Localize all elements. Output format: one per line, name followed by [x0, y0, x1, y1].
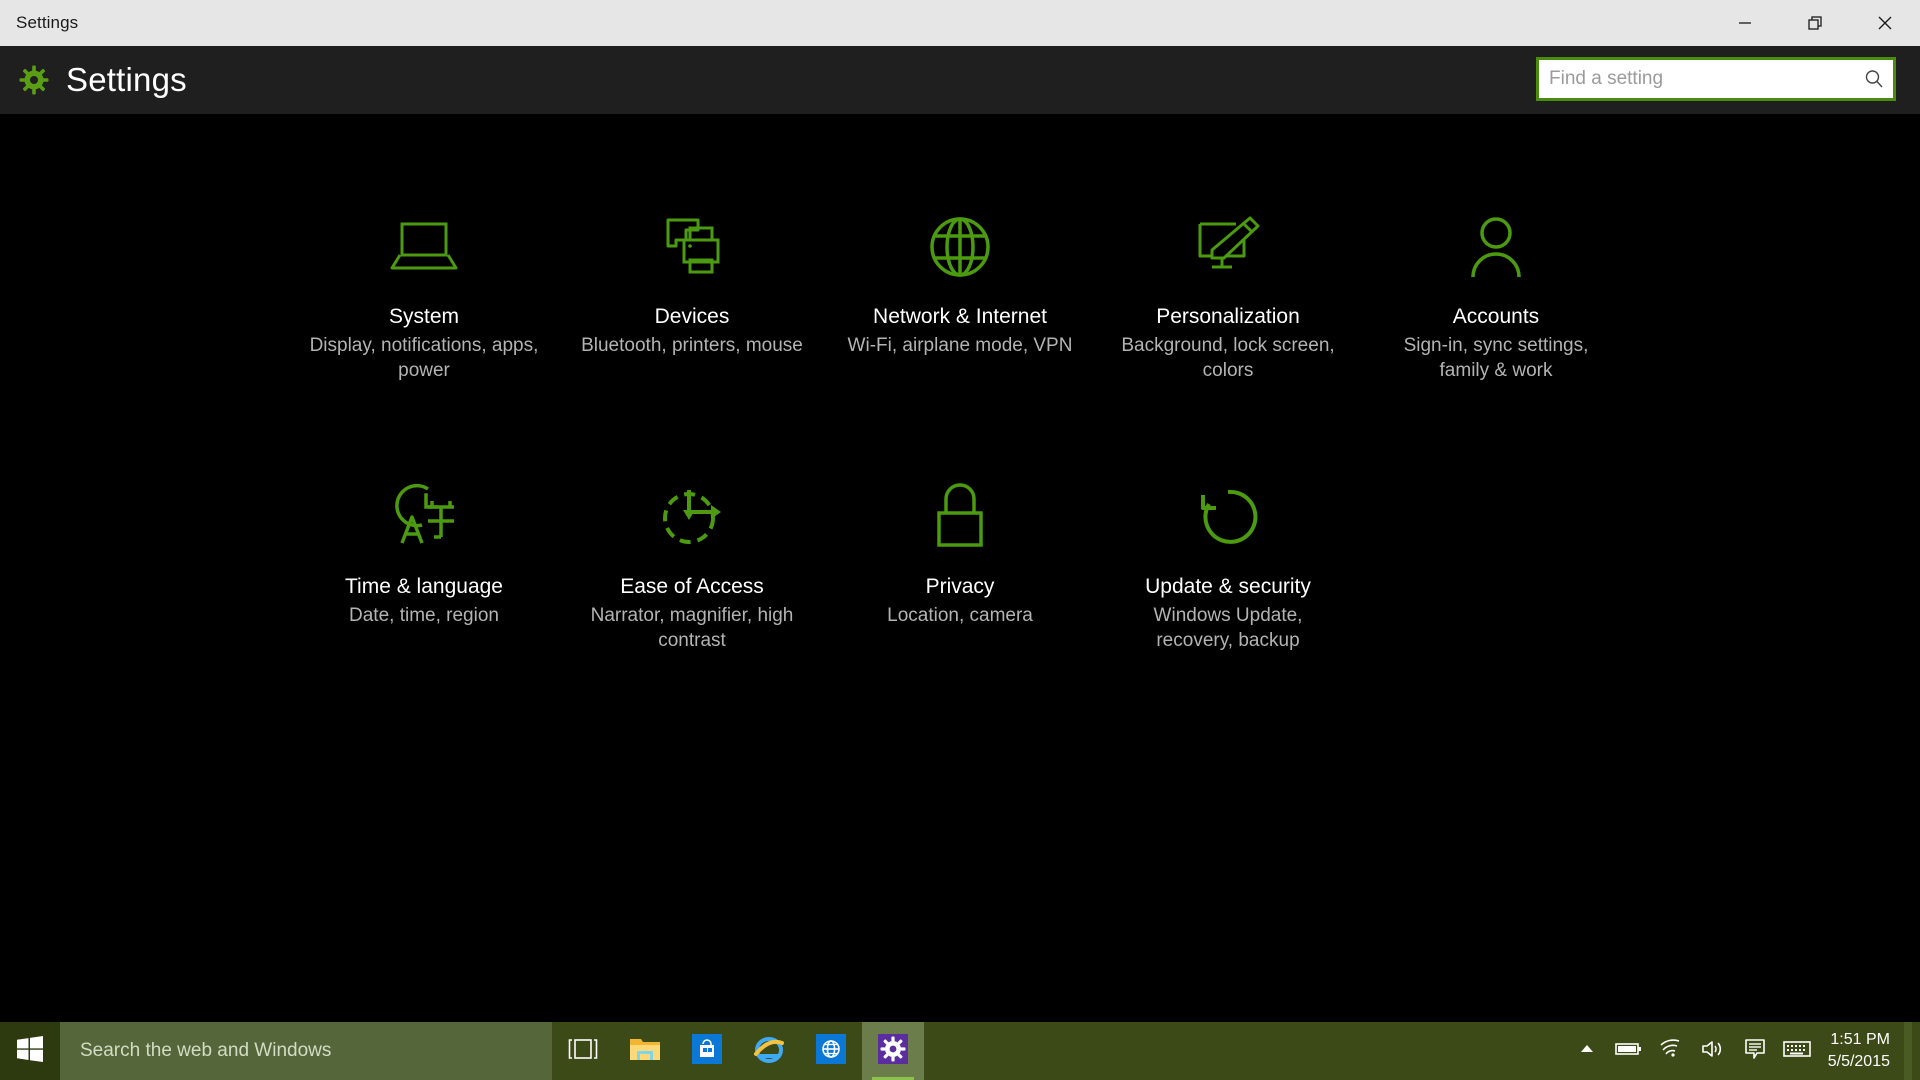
store-button[interactable] [676, 1022, 738, 1080]
action-center-button[interactable] [1734, 1022, 1776, 1080]
start-button[interactable] [0, 1022, 60, 1080]
search-icon[interactable] [1863, 68, 1885, 90]
monitor-brush-icon [1189, 208, 1267, 286]
keyboard-icon [1782, 1040, 1811, 1063]
battery-icon [1614, 1041, 1643, 1062]
page-title: Settings [66, 61, 187, 98]
tile-title: Devices [654, 305, 730, 328]
tile-description: Sign-in, sync settings, family & work [1403, 335, 1589, 381]
tile-title: Time & language [345, 574, 503, 598]
tile-title: Personalization [1156, 305, 1300, 328]
taskbar: Search the web and Windows 1:51 PM 5/5/2… [0, 1022, 1920, 1080]
clock-date: 5/5/2015 [1827, 1053, 1890, 1070]
windows-logo-icon [17, 1035, 43, 1067]
show-hidden-icons-icon [1579, 1042, 1595, 1060]
window-controls [1710, 0, 1920, 46]
volume-icon [1701, 1039, 1725, 1064]
accessibility-clock-icon [653, 478, 731, 556]
lock-icon [921, 478, 999, 556]
store-icon [692, 1033, 722, 1069]
edge-globe-icon [816, 1033, 846, 1069]
file-explorer-icon [629, 1035, 661, 1068]
settings-taskbar-button[interactable] [862, 1022, 924, 1080]
printer-icon [653, 208, 731, 286]
app-header: Settings [0, 46, 1920, 114]
gear-icon [18, 64, 50, 96]
tile-accounts[interactable]: Accounts Sign-in, sync settings, family … [1362, 184, 1630, 404]
action-center-icon [1744, 1038, 1766, 1065]
taskbar-search-placeholder: Search the web and Windows [80, 1040, 332, 1061]
touch-keyboard-button[interactable] [1776, 1022, 1818, 1080]
tile-title: Update & security [1145, 574, 1311, 598]
globe-icon [921, 208, 999, 286]
tile-personalization[interactable]: Personalization Background, lock screen,… [1094, 184, 1362, 404]
search-box[interactable] [1536, 57, 1896, 101]
internet-explorer-icon [753, 1034, 785, 1069]
volume-button[interactable] [1692, 1022, 1734, 1080]
system-tray: 1:51 PM 5/5/2015 [1566, 1022, 1920, 1080]
task-view-icon [568, 1037, 598, 1066]
tile-description: Wi-Fi, airplane mode, VPN [847, 335, 1073, 357]
tile-update-security[interactable]: Update & security Windows Update, recove… [1094, 454, 1362, 674]
tile-network-internet[interactable]: Network & Internet Wi-Fi, airplane mode,… [826, 184, 1094, 404]
tile-title: Ease of Access [620, 574, 764, 598]
tile-description: Narrator, magnifier, high contrast [590, 604, 794, 651]
restore-button[interactable] [1780, 0, 1850, 46]
tile-title: Network & Internet [873, 305, 1047, 328]
taskbar-search-box[interactable]: Search the web and Windows [60, 1022, 552, 1080]
window-title-bar: Settings [0, 0, 1920, 46]
tile-description: Background, lock screen, colors [1121, 335, 1335, 381]
tile-title: System [388, 305, 459, 328]
window-title: Settings [16, 13, 79, 32]
settings-gear-icon [878, 1033, 908, 1069]
tile-privacy[interactable]: Privacy Location, camera [826, 454, 1094, 674]
settings-grid: System Display, notifications, apps, pow… [290, 184, 1630, 673]
tile-system[interactable]: System Display, notifications, apps, pow… [290, 184, 558, 404]
internet-explorer-button[interactable] [738, 1022, 800, 1080]
tile-devices[interactable]: Devices Bluetooth, printers, mouse [558, 184, 826, 404]
close-button[interactable] [1850, 0, 1920, 46]
clock-language-icon [385, 478, 463, 556]
taskbar-items [552, 1022, 924, 1080]
show-hidden-icons-button[interactable] [1566, 1022, 1608, 1080]
network-button[interactable] [1650, 1022, 1692, 1080]
file-explorer-button[interactable] [614, 1022, 676, 1080]
tile-title: Privacy [925, 574, 995, 598]
clock[interactable]: 1:51 PM 5/5/2015 [1818, 1022, 1904, 1080]
tile-title: Accounts [1452, 305, 1540, 328]
tile-time-language[interactable]: Time & language Date, time, region [290, 454, 558, 674]
tile-description: Display, notifications, apps, power [309, 335, 539, 381]
clock-time: 1:51 PM [1830, 1031, 1890, 1049]
tile-description: Bluetooth, printers, mouse [581, 335, 803, 357]
task-view-button[interactable] [552, 1022, 614, 1080]
edge-globe-button[interactable] [800, 1022, 862, 1080]
minimize-button[interactable] [1710, 0, 1780, 46]
tile-ease-of-access[interactable]: Ease of Access Narrator, magnifier, high… [558, 454, 826, 674]
settings-content: System Display, notifications, apps, pow… [0, 114, 1920, 1080]
person-icon [1457, 208, 1535, 286]
show-desktop-button[interactable] [1904, 1022, 1912, 1080]
search-input[interactable] [1549, 68, 1863, 90]
laptop-icon [385, 208, 463, 286]
tile-description: Date, time, region [349, 604, 499, 626]
battery-button[interactable] [1608, 1022, 1650, 1080]
wifi-icon [1659, 1038, 1683, 1064]
tile-description: Windows Update, recovery, backup [1153, 604, 1303, 651]
refresh-icon [1189, 478, 1267, 556]
tile-description: Location, camera [887, 604, 1033, 626]
